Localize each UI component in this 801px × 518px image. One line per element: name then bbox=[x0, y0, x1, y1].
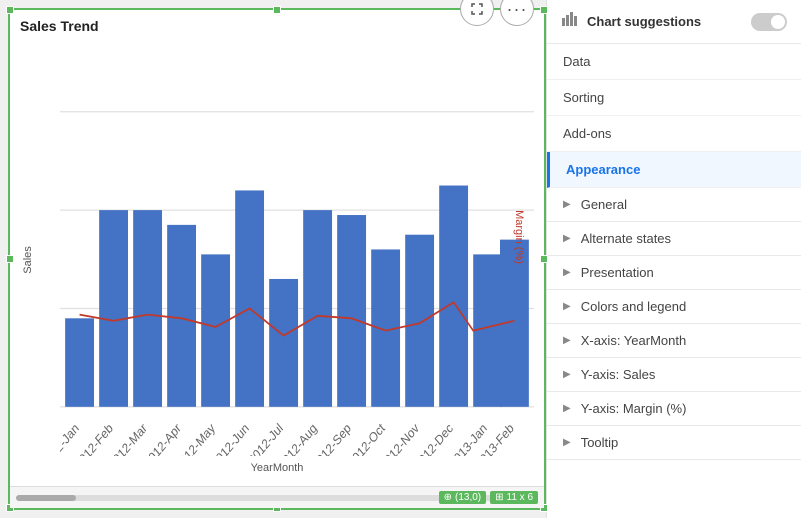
resize-handle-tm[interactable] bbox=[273, 6, 281, 14]
nav-item-sorting-label: Sorting bbox=[563, 90, 604, 105]
section-label-presentation: Presentation bbox=[581, 265, 654, 280]
section-label-y-axis-sales: Y-axis: Sales bbox=[581, 367, 656, 382]
svg-text:2012-Aug: 2012-Aug bbox=[276, 420, 320, 456]
section-colors-legend[interactable]: ▶ Colors and legend bbox=[547, 290, 801, 324]
chart-container: ··· Sales Trend Sales Margin (%) 0 2M 4M… bbox=[8, 8, 546, 510]
chevron-icon-colors-legend: ▶ bbox=[563, 301, 571, 312]
section-label-tooltip: Tooltip bbox=[581, 435, 619, 450]
resize-handle-tr[interactable] bbox=[540, 6, 548, 14]
nav-item-sorting[interactable]: Sorting bbox=[547, 80, 801, 116]
toggle-knob bbox=[771, 15, 785, 29]
section-tooltip[interactable]: ▶ Tooltip bbox=[547, 426, 801, 460]
section-row-y-axis-margin[interactable]: ▶ Y-axis: Margin (%) bbox=[547, 392, 801, 425]
nav-item-data-label: Data bbox=[563, 54, 590, 69]
panel-header: Chart suggestions bbox=[547, 0, 801, 44]
grid-value: 11 x 6 bbox=[507, 492, 534, 503]
panel-nav: Data Sorting Add-ons Appearance bbox=[547, 44, 801, 188]
chevron-icon-x-axis: ▶ bbox=[563, 335, 571, 346]
chart-toolbar: ··· bbox=[460, 0, 534, 26]
resize-handle-tl[interactable] bbox=[6, 6, 14, 14]
panel-title: Chart suggestions bbox=[587, 14, 701, 29]
chart-suggestions-toggle[interactable] bbox=[751, 13, 787, 31]
chart-status: ⊕ (13,0) ⊞ 11 x 6 bbox=[439, 491, 538, 504]
svg-text:2012-Apr: 2012-Apr bbox=[142, 421, 184, 456]
chart-svg: 0 2M 4M 6M 35 40 45 50 bbox=[60, 38, 534, 456]
chevron-icon-presentation: ▶ bbox=[563, 267, 571, 278]
section-row-tooltip[interactable]: ▶ Tooltip bbox=[547, 426, 801, 459]
svg-text:2012-Dec: 2012-Dec bbox=[412, 421, 456, 456]
grid-icon: ⊞ bbox=[495, 492, 503, 503]
svg-text:2012-Oct: 2012-Oct bbox=[346, 420, 388, 456]
chevron-icon-y-axis-margin: ▶ bbox=[563, 403, 571, 414]
section-x-axis[interactable]: ▶ X-axis: YearMonth bbox=[547, 324, 801, 358]
svg-text:2012-Feb: 2012-Feb bbox=[72, 420, 115, 456]
x-axis-label: YearMonth bbox=[10, 462, 544, 474]
section-row-colors-legend[interactable]: ▶ Colors and legend bbox=[547, 290, 801, 323]
section-row-x-axis[interactable]: ▶ X-axis: YearMonth bbox=[547, 324, 801, 357]
nav-item-data[interactable]: Data bbox=[547, 44, 801, 80]
section-label-y-axis-margin: Y-axis: Margin (%) bbox=[581, 401, 687, 416]
coordinates-badge: ⊕ (13,0) bbox=[439, 491, 487, 504]
grid-badge: ⊞ 11 x 6 bbox=[490, 491, 538, 504]
chart-bottom-bar: ⊕ (13,0) ⊞ 11 x 6 bbox=[10, 486, 544, 508]
coordinates-value: (13,0) bbox=[455, 492, 481, 503]
section-general[interactable]: ▶ General bbox=[547, 188, 801, 222]
nav-item-addons-label: Add-ons bbox=[563, 126, 611, 141]
section-row-general[interactable]: ▶ General bbox=[547, 188, 801, 221]
svg-text:2012-May: 2012-May bbox=[173, 420, 218, 456]
nav-item-appearance[interactable]: Appearance bbox=[547, 152, 801, 188]
right-panel: Chart suggestions Data Sorting Add-ons A… bbox=[546, 0, 801, 518]
section-alternate-states[interactable]: ▶ Alternate states bbox=[547, 222, 801, 256]
section-label-x-axis: X-axis: YearMonth bbox=[581, 333, 687, 348]
svg-text:2012-Jan: 2012-Jan bbox=[60, 420, 82, 456]
section-y-axis-sales[interactable]: ▶ Y-axis: Sales bbox=[547, 358, 801, 392]
chart-suggestions-icon bbox=[561, 10, 579, 33]
target-icon: ⊕ bbox=[444, 492, 452, 503]
svg-text:2012-Jun: 2012-Jun bbox=[209, 420, 251, 456]
section-presentation[interactable]: ▶ Presentation bbox=[547, 256, 801, 290]
section-row-alternate-states[interactable]: ▶ Alternate states bbox=[547, 222, 801, 255]
chevron-icon-y-axis-sales: ▶ bbox=[563, 369, 571, 380]
nav-item-addons[interactable]: Add-ons bbox=[547, 116, 801, 152]
nav-item-appearance-label: Appearance bbox=[566, 162, 640, 177]
svg-text:2012-Nov: 2012-Nov bbox=[378, 420, 422, 456]
section-row-y-axis-sales[interactable]: ▶ Y-axis: Sales bbox=[547, 358, 801, 391]
svg-text:2012-Sep: 2012-Sep bbox=[310, 420, 354, 456]
panel-header-title-area: Chart suggestions bbox=[561, 10, 701, 33]
chevron-icon-tooltip: ▶ bbox=[563, 437, 571, 448]
svg-text:2012-Jul: 2012-Jul bbox=[246, 421, 286, 456]
section-row-presentation[interactable]: ▶ Presentation bbox=[547, 256, 801, 289]
chart-body: Sales Margin (%) 0 2M 4M 6M 35 40 45 50 bbox=[10, 34, 544, 486]
section-label-general: General bbox=[581, 197, 627, 212]
svg-text:2012-Mar: 2012-Mar bbox=[106, 421, 149, 456]
chevron-icon-general: ▶ bbox=[563, 199, 571, 210]
y-axis-right-label: Margin (%) bbox=[513, 210, 525, 264]
expand-button[interactable] bbox=[460, 0, 494, 26]
section-label-alternate-states: Alternate states bbox=[581, 231, 671, 246]
chevron-icon-alternate-states: ▶ bbox=[563, 233, 571, 244]
section-label-colors-legend: Colors and legend bbox=[581, 299, 687, 314]
y-axis-left-label: Sales bbox=[22, 246, 34, 274]
more-options-button[interactable]: ··· bbox=[500, 0, 534, 26]
section-y-axis-margin[interactable]: ▶ Y-axis: Margin (%) bbox=[547, 392, 801, 426]
scroll-thumb[interactable] bbox=[16, 495, 76, 501]
